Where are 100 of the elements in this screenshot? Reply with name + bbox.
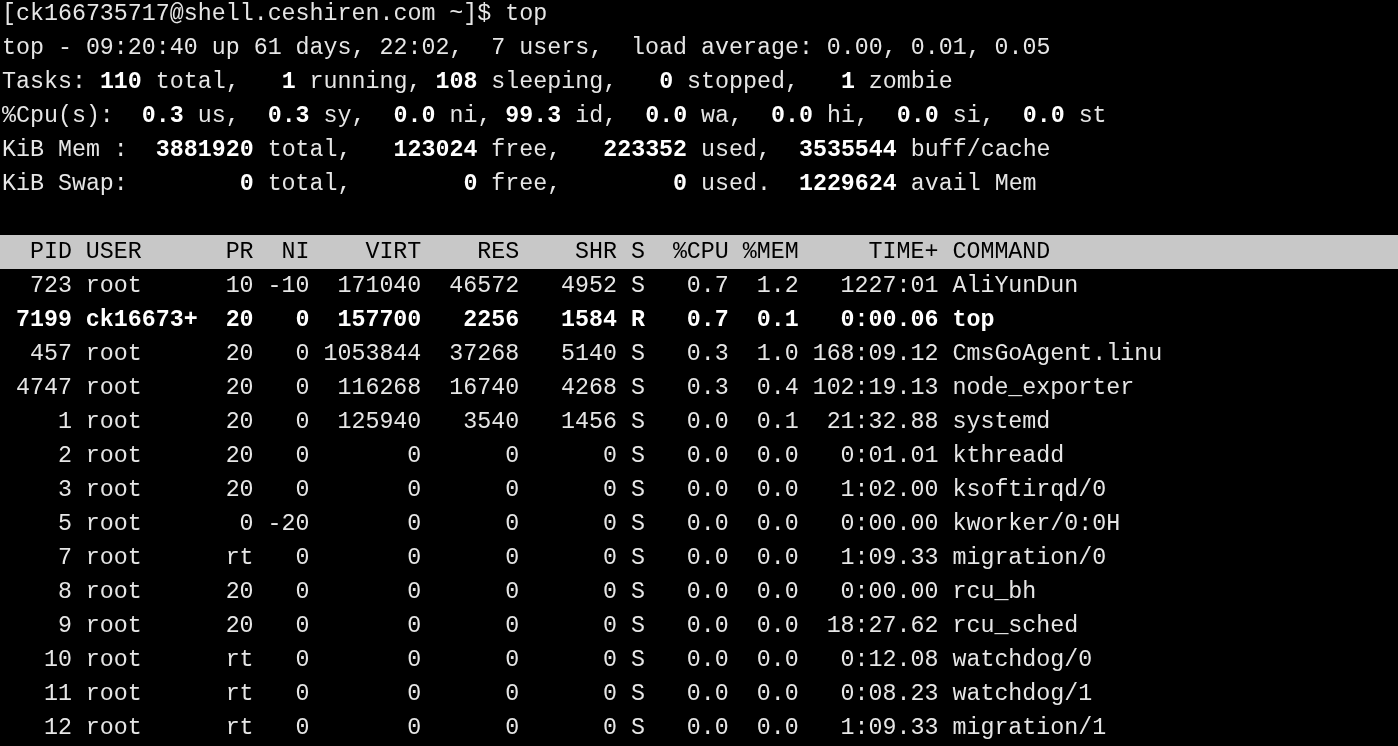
table-cell-text: root (85, 714, 143, 743)
table-cell-text: 1.2 (755, 272, 799, 301)
summary-line: Tasks: 110 total, 1 running, 108 sleeping, 0 stopped, 1 zombie (2, 68, 954, 97)
table-cell-text: rt (224, 646, 254, 675)
table-cell-text: 168:09.12 (812, 340, 939, 369)
table-cell-text: 0 (294, 442, 310, 471)
table-cell-text: 9 (56, 612, 72, 641)
table-cell-text: 8 (56, 578, 72, 607)
table-cell-text: 0.0 (755, 578, 799, 607)
table-cell-text: 1:09.33 (839, 714, 939, 743)
table-cell-text: 0.7 (685, 272, 729, 301)
table-cell-text: 0 (504, 476, 520, 505)
table-cell-text: 0.0 (755, 714, 799, 743)
table-cell-text: 0.1 (755, 408, 799, 437)
table-cell-text: 0.3 (685, 374, 729, 403)
column-header: TIME+ (867, 238, 939, 267)
table-cell-text: 0 (238, 510, 254, 539)
table-cell-text: ksoftirqd/0 (952, 476, 1108, 505)
table-cell-text: 0:12.08 (839, 646, 939, 675)
table-cell-text: 20 (224, 442, 254, 471)
table-cell-text: 1053844 (323, 340, 422, 369)
table-cell-text: 4268 (560, 374, 617, 403)
table-cell-text: ck16673+ (85, 306, 198, 335)
column-header: SHR (574, 238, 617, 267)
table-cell-text: 10 (224, 272, 254, 301)
table-cell-text: root (85, 374, 143, 403)
table-cell-text: -10 (267, 272, 310, 301)
table-cell-text: 0 (602, 612, 617, 641)
table-cell-text: 21:32.88 (825, 408, 939, 437)
table-cell-text: 0 (406, 510, 422, 539)
table-cell-text: 2256 (462, 306, 520, 335)
table-cell-text: 20 (224, 340, 254, 369)
column-header: %CPU (671, 238, 729, 267)
table-cell-text: rcu_sched (952, 612, 1080, 641)
table-cell-text: 16740 (448, 374, 520, 403)
table-cell-text: 0 (406, 578, 422, 607)
table-cell-text: 0 (504, 578, 520, 607)
table-cell-text: 0 (406, 680, 422, 709)
table-cell-text: 0.0 (685, 714, 729, 743)
table-cell-text: 0 (406, 612, 422, 641)
table-cell-text: root (85, 442, 143, 471)
table-cell-text: CmsGoAgent.linu (952, 340, 1164, 369)
column-header: VIRT (364, 238, 422, 267)
command-prompt: [ck166735717@shell.ceshiren.com ~]$ top (2, 0, 549, 29)
table-cell-text: 0 (602, 476, 617, 505)
table-cell-text: root (85, 612, 143, 641)
table-cell-text: 0.4 (755, 374, 799, 403)
table-cell-text: 0.0 (755, 612, 799, 641)
table-cell-text: 0 (602, 680, 617, 709)
table-cell-text: 20 (224, 374, 254, 403)
table-cell-text: migration/1 (952, 714, 1108, 743)
summary-line: %Cpu(s): 0.3 us, 0.3 sy, 0.0 ni, 99.3 id, 0.0 wa, 0.0 hi, 0.0 si, 0.0 st (2, 102, 1108, 131)
table-cell-text: S (631, 612, 645, 641)
table-cell-text: 7 (56, 544, 72, 573)
table-cell-text: S (631, 408, 645, 437)
table-cell-text: 0.0 (685, 476, 729, 505)
table-cell-text: 0.0 (685, 510, 729, 539)
table-cell-text: 102:19.13 (812, 374, 939, 403)
table-cell-text: 0.0 (755, 510, 799, 539)
table-cell-text: 4747 (14, 374, 72, 403)
table-cell-text: 1227:01 (839, 272, 939, 301)
table-cell-text: 0.0 (755, 544, 799, 573)
table-cell-text: root (85, 680, 143, 709)
table-cell-text: 20 (224, 476, 254, 505)
table-cell-text: 0 (504, 442, 520, 471)
table-cell-text: 0.0 (755, 680, 799, 709)
table-cell-text: node_exporter (952, 374, 1136, 403)
table-cell-text: systemd (952, 408, 1052, 437)
table-cell-text: 0 (294, 306, 310, 335)
table-cell-text: 0 (504, 544, 520, 573)
table-cell-text: 0 (602, 510, 617, 539)
table-cell-text: 20 (224, 578, 254, 607)
column-header: NI (280, 238, 310, 267)
table-cell-text: 0 (294, 714, 310, 743)
table-cell-text: S (631, 374, 645, 403)
table-cell-text: 0.0 (685, 408, 729, 437)
table-cell-text: 0 (406, 646, 422, 675)
table-cell-text: 0 (504, 612, 520, 641)
table-cell-text: 116268 (336, 374, 422, 403)
table-cell-text: 0.3 (685, 340, 729, 369)
table-cell-text: 0:00.00 (839, 510, 939, 539)
table-cell-text: 0.7 (685, 306, 729, 335)
table-cell-text: 723 (28, 272, 72, 301)
table-cell-text: 0 (504, 510, 520, 539)
table-cell-text: root (85, 340, 143, 369)
table-cell-text: kthreadd (952, 442, 1066, 471)
table-cell-text: root (85, 408, 143, 437)
table-cell-text: 4952 (560, 272, 617, 301)
table-cell-text: 0.0 (685, 680, 729, 709)
table-cell-text: 11 (42, 680, 72, 709)
table-cell-text: S (631, 442, 645, 471)
table-cell-text: 0 (504, 646, 520, 675)
table-cell-text: root (85, 578, 143, 607)
table-cell-text: 0.0 (685, 646, 729, 675)
table-cell-text: 1:09.33 (839, 544, 939, 573)
table-cell-text: S (631, 680, 645, 709)
table-cell-text: S (631, 272, 645, 301)
table-cell-text: 0 (602, 442, 617, 471)
table-cell-text: 2 (56, 442, 72, 471)
table-cell-text: 37268 (448, 340, 520, 369)
